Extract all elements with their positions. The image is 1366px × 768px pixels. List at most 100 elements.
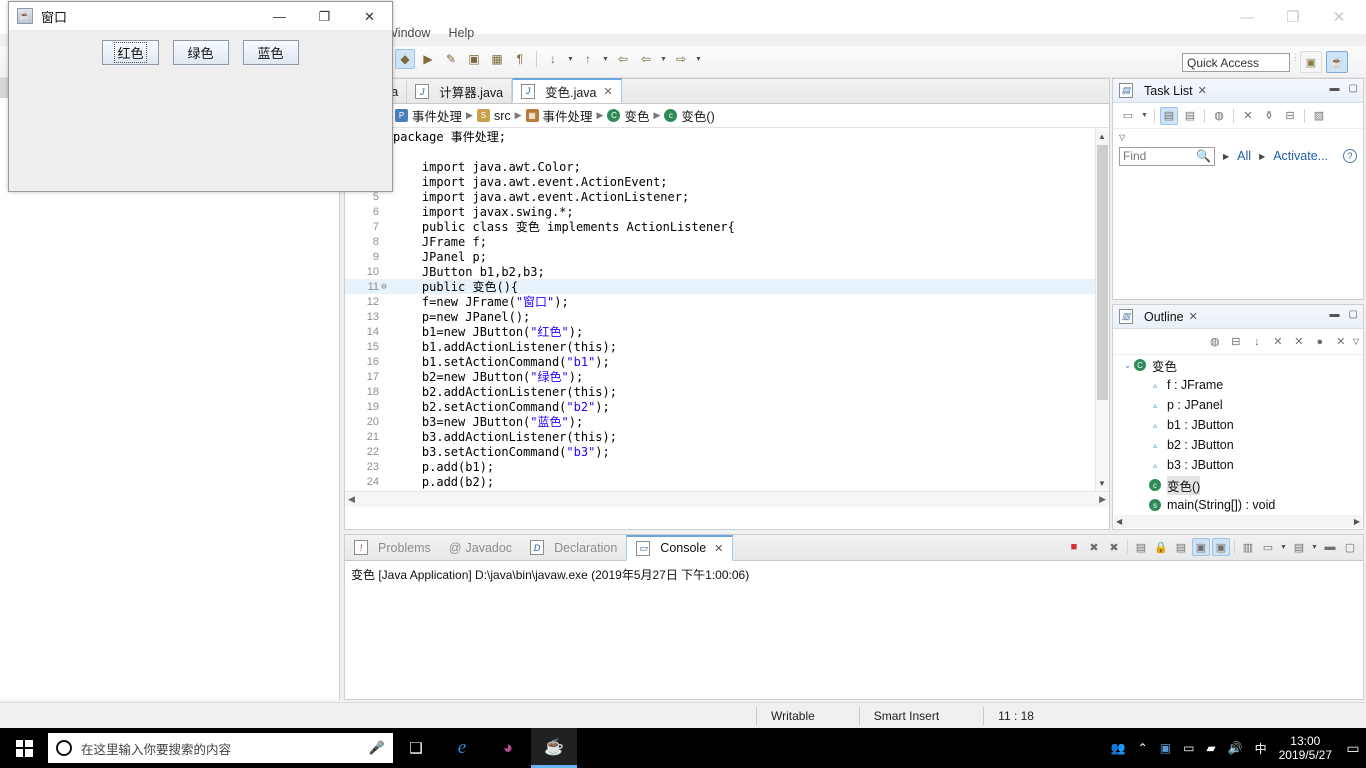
open-perspective-button[interactable]: ▣	[1300, 51, 1322, 73]
focus-on-workweek-icon[interactable]: ✕	[1239, 107, 1257, 125]
outline-item[interactable]: ⌄ C 变色	[1113, 355, 1363, 375]
show-hidden-icons-chevron[interactable]: ⌃	[1138, 741, 1148, 755]
previous-annotation-icon[interactable]: ↑	[578, 49, 598, 69]
outline-item[interactable]: ▵ b3 : JButton	[1113, 455, 1363, 475]
categorized-presentation-icon[interactable]: ▤	[1160, 106, 1178, 125]
minimize-view-icon[interactable]: ▬	[1330, 309, 1340, 320]
ime-indicator[interactable]: 中	[1255, 740, 1267, 757]
scroll-lock-icon[interactable]: 🔒	[1152, 538, 1170, 556]
open-console-icon[interactable]: ▤	[1290, 538, 1308, 556]
close-icon[interactable]: ✕	[604, 85, 613, 98]
onedrive-icon[interactable]: ▣	[1160, 741, 1171, 755]
help-icon[interactable]: ?	[1343, 149, 1357, 163]
terminate-icon[interactable]: ■	[1065, 538, 1083, 556]
battery-icon[interactable]: ▭	[1183, 741, 1194, 755]
scroll-left-icon[interactable]: ◀	[1116, 517, 1122, 526]
scheduled-presentation-icon[interactable]: ▤	[1181, 107, 1199, 125]
synchronize-changed-icon[interactable]: ◍	[1210, 107, 1228, 125]
scroll-down-icon[interactable]: ▼	[1095, 476, 1109, 491]
remove-all-launches-icon[interactable]: ✖	[1105, 538, 1123, 556]
minimize-view-icon[interactable]: ▬	[1330, 83, 1340, 94]
blue-color-button[interactable]: 蓝色	[242, 40, 299, 65]
cortana-search-box[interactable]: 在这里输入你要搜索的内容 🎤	[48, 733, 393, 763]
breadcrumb-item-package[interactable]: ▦ 事件处理	[525, 106, 593, 125]
hide-nonpublic-icon[interactable]: ✕	[1269, 333, 1287, 351]
outline-item[interactable]: ▵ p : JPanel	[1113, 395, 1363, 415]
new-task-icon[interactable]: ▭	[1119, 107, 1137, 125]
chevron-right-icon[interactable]: ▶	[1223, 152, 1229, 161]
external-tools-icon[interactable]: ✎	[441, 49, 461, 69]
code-text-area[interactable]: 1package 事件处理;2 3 import java.awt.Color;…	[345, 129, 1109, 507]
outline-item[interactable]: ▵ b2 : JButton	[1113, 435, 1363, 455]
search-input[interactable]: Find 🔍	[1119, 146, 1215, 166]
close-icon[interactable]: ✕	[714, 542, 723, 555]
view-menu-icon[interactable]: ▽	[1353, 337, 1359, 346]
hide-static-icon[interactable]: ✕	[1290, 333, 1308, 351]
next-annotation-icon[interactable]: ↓	[543, 49, 563, 69]
back-navigation-icon[interactable]: ⇦	[613, 49, 633, 69]
outline-horizontal-scrollbar[interactable]: ◀ ▶	[1114, 515, 1362, 528]
paragraph-icon[interactable]: ¶	[510, 49, 530, 69]
filter-all-link[interactable]: All	[1237, 149, 1251, 163]
wifi-icon[interactable]: ▰	[1206, 741, 1215, 755]
maximize-view-icon[interactable]: ▢	[1341, 538, 1359, 556]
show-console-on-output-icon[interactable]: ▣	[1192, 538, 1210, 556]
chevron-down-icon[interactable]: ▼	[1310, 544, 1319, 551]
chevron-down-icon[interactable]: ▼	[1140, 112, 1149, 119]
scroll-left-icon[interactable]: ◀	[348, 494, 355, 505]
toolbar-drag-handle[interactable]: ⋮	[1291, 53, 1300, 62]
people-icon[interactable]: 👥	[1111, 741, 1126, 755]
editor-vertical-scrollbar[interactable]: ▲ ▼	[1095, 129, 1109, 507]
outline-item[interactable]: c 变色()	[1113, 475, 1363, 495]
notification-center-icon[interactable]: ▭	[1340, 728, 1366, 768]
java-perspective-button[interactable]: ☕	[1326, 51, 1348, 73]
scroll-right-icon[interactable]: ▶	[1099, 494, 1106, 505]
outline-item[interactable]: ▵ b1 : JButton	[1113, 415, 1363, 435]
maximize-view-icon[interactable]: ▢	[1349, 83, 1358, 94]
editor-tab-calculator[interactable]: J 计算器.java	[407, 80, 513, 103]
view-menu-icon[interactable]: ▽	[1119, 133, 1125, 142]
menu-item-help[interactable]: Help	[448, 26, 474, 40]
activate-link[interactable]: Activate...	[1273, 149, 1328, 163]
hide-local-types-icon[interactable]: ●	[1311, 333, 1329, 351]
restore-tasks-icon[interactable]: ⚱	[1260, 107, 1278, 125]
breadcrumb-item-class[interactable]: C 变色	[607, 106, 649, 125]
browser-taskbar-button[interactable]: ◕	[485, 728, 531, 768]
word-wrap-icon[interactable]: ▤	[1172, 538, 1190, 556]
swing-minimize-button[interactable]: —	[257, 2, 302, 31]
swing-close-button[interactable]: ✕	[347, 2, 392, 31]
collapse-all-icon[interactable]: ⊟	[1281, 107, 1299, 125]
scrollbar-thumb[interactable]	[1097, 145, 1108, 400]
eclipse-taskbar-button[interactable]: ☕	[531, 728, 577, 768]
scroll-up-icon[interactable]: ▲	[1095, 129, 1109, 144]
outline-item[interactable]: ▵ f : JFrame	[1113, 375, 1363, 395]
forward-navigation-icon[interactable]: ⇨	[671, 49, 691, 69]
breadcrumb-item-project[interactable]: P 事件处理	[395, 106, 462, 125]
clock[interactable]: 13:00 2019/5/27	[1279, 734, 1332, 762]
outline-item[interactable]: s main(String[]) : void	[1113, 495, 1363, 515]
show-console-on-error-icon[interactable]: ▣	[1212, 538, 1230, 556]
close-icon[interactable]: ✕	[1198, 84, 1207, 97]
run-icon[interactable]: ▶	[418, 49, 438, 69]
sort-icon[interactable]: ↓	[1248, 333, 1266, 351]
clear-console-icon[interactable]: ▤	[1132, 538, 1150, 556]
breadcrumb-item-constructor[interactable]: c 变色()	[664, 106, 715, 125]
volume-icon[interactable]: 🔊	[1228, 741, 1243, 755]
forward-history-icon[interactable]: ⇦	[636, 49, 656, 69]
tab-declaration[interactable]: D Declaration	[521, 535, 626, 561]
repository-icon[interactable]: ▨	[1310, 107, 1328, 125]
remove-launch-icon[interactable]: ✖	[1085, 538, 1103, 556]
search-icon[interactable]: 🔍	[1196, 149, 1211, 163]
breadcrumb-item-src[interactable]: S src	[476, 109, 511, 123]
chevron-down-icon[interactable]: ▼	[659, 56, 668, 63]
green-color-button[interactable]: 绿色	[172, 40, 229, 65]
red-color-button[interactable]: 红色	[102, 40, 159, 65]
microphone-icon[interactable]: 🎤	[369, 740, 385, 756]
quick-access-input[interactable]: Quick Access	[1182, 53, 1290, 72]
hide-fields-icon[interactable]: ⊟	[1227, 333, 1245, 351]
task-view-button[interactable]: ❑	[393, 728, 439, 768]
chevron-down-icon[interactable]: ▼	[1279, 544, 1288, 551]
tab-javadoc[interactable]: @ Javadoc	[440, 535, 521, 561]
minimize-view-icon[interactable]: ▬	[1321, 538, 1339, 556]
open-type-icon[interactable]: ▦	[487, 49, 507, 69]
